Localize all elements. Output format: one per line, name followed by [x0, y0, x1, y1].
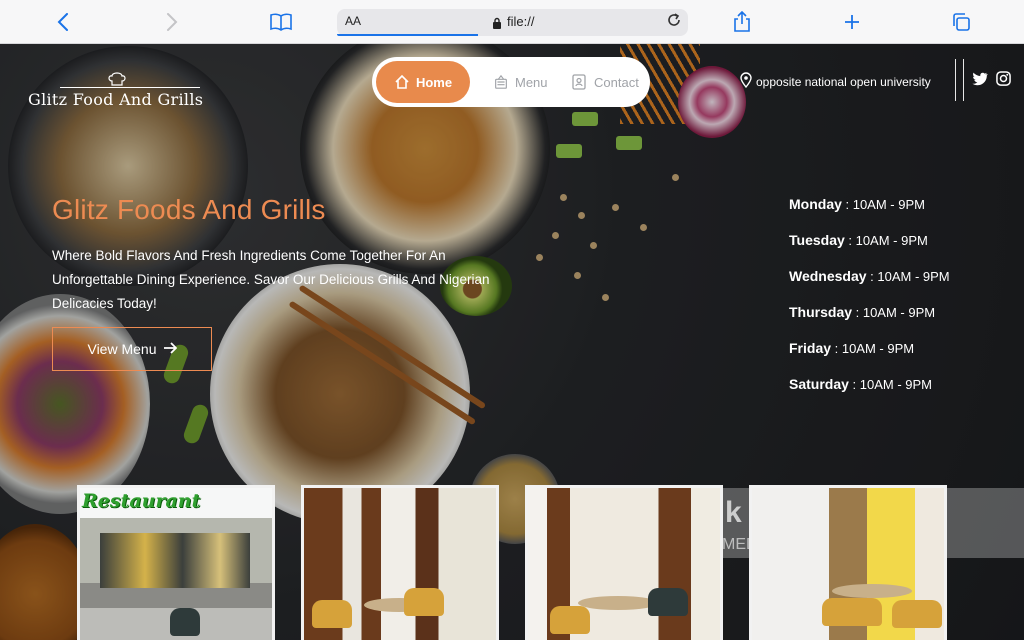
hero-section: Glitz Food And Grills Home Menu Contact …	[0, 44, 1024, 640]
view-menu-button[interactable]: View Menu	[52, 327, 212, 371]
back-icon[interactable]	[49, 8, 77, 36]
gallery-thumbnail-interior[interactable]	[301, 485, 499, 640]
hours-row: Monday : 10AM - 9PM	[789, 196, 925, 212]
view-menu-label: View Menu	[87, 341, 157, 357]
divider	[955, 59, 956, 101]
reload-icon[interactable]	[666, 12, 682, 33]
tabs-overview-icon[interactable]	[947, 8, 975, 36]
divider	[963, 59, 964, 101]
share-icon[interactable]	[728, 8, 756, 36]
main-nav: Home Menu Contact	[372, 57, 650, 107]
hours-row: Saturday : 10AM - 9PM	[789, 376, 932, 392]
lock-icon	[492, 15, 502, 34]
nav-contact-label: Contact	[594, 74, 639, 90]
hero-description: Where Bold Flavors And Fresh Ingredients…	[52, 248, 490, 311]
gallery-thumbnail-interior[interactable]	[525, 485, 723, 640]
home-icon	[394, 74, 410, 90]
browser-toolbar: AA file://	[0, 0, 1024, 44]
twitter-icon[interactable]	[972, 71, 990, 89]
opening-hours: Monday : 10AM - 9PM Tuesday : 10AM - 9PM…	[789, 196, 950, 412]
nav-contact[interactable]: Contact	[572, 61, 639, 103]
gallery-thumbnail-exterior[interactable]: Restaurant	[77, 485, 275, 640]
hero-title: Glitz Foods And Grills	[52, 194, 326, 225]
location[interactable]: opposite national open university	[740, 72, 931, 91]
address-bar[interactable]: AA file://	[337, 9, 688, 36]
nav-menu[interactable]: Menu	[493, 61, 548, 103]
hours-row: Wednesday : 10AM - 9PM	[789, 268, 950, 284]
text-size-button[interactable]: AA	[345, 14, 361, 28]
arrow-right-icon	[163, 341, 177, 357]
page-load-progress	[337, 34, 478, 36]
menu-icon	[493, 74, 509, 90]
hours-row: Tuesday : 10AM - 9PM	[789, 232, 928, 248]
watermark-text: k	[725, 496, 742, 529]
hours-row: Friday : 10AM - 9PM	[789, 340, 915, 356]
nav-menu-label: Menu	[515, 74, 548, 90]
logo-text: Glitz Food And Grills	[28, 90, 204, 109]
instagram-icon[interactable]	[996, 71, 1014, 89]
location-text: opposite national open university	[756, 74, 931, 89]
new-tab-icon[interactable]	[838, 8, 866, 36]
gallery-thumbnail-interior[interactable]	[749, 485, 947, 640]
restaurant-sign-text: Restaurant	[82, 490, 201, 512]
nav-home[interactable]: Home	[376, 61, 470, 103]
url-text: file://	[507, 14, 535, 29]
hours-row: Thursday : 10AM - 9PM	[789, 304, 936, 320]
forward-icon[interactable]	[158, 8, 186, 36]
location-pin-icon	[740, 72, 752, 91]
contact-icon	[572, 74, 588, 90]
bookmarks-icon[interactable]	[267, 8, 295, 36]
nav-home-label: Home	[415, 74, 453, 90]
